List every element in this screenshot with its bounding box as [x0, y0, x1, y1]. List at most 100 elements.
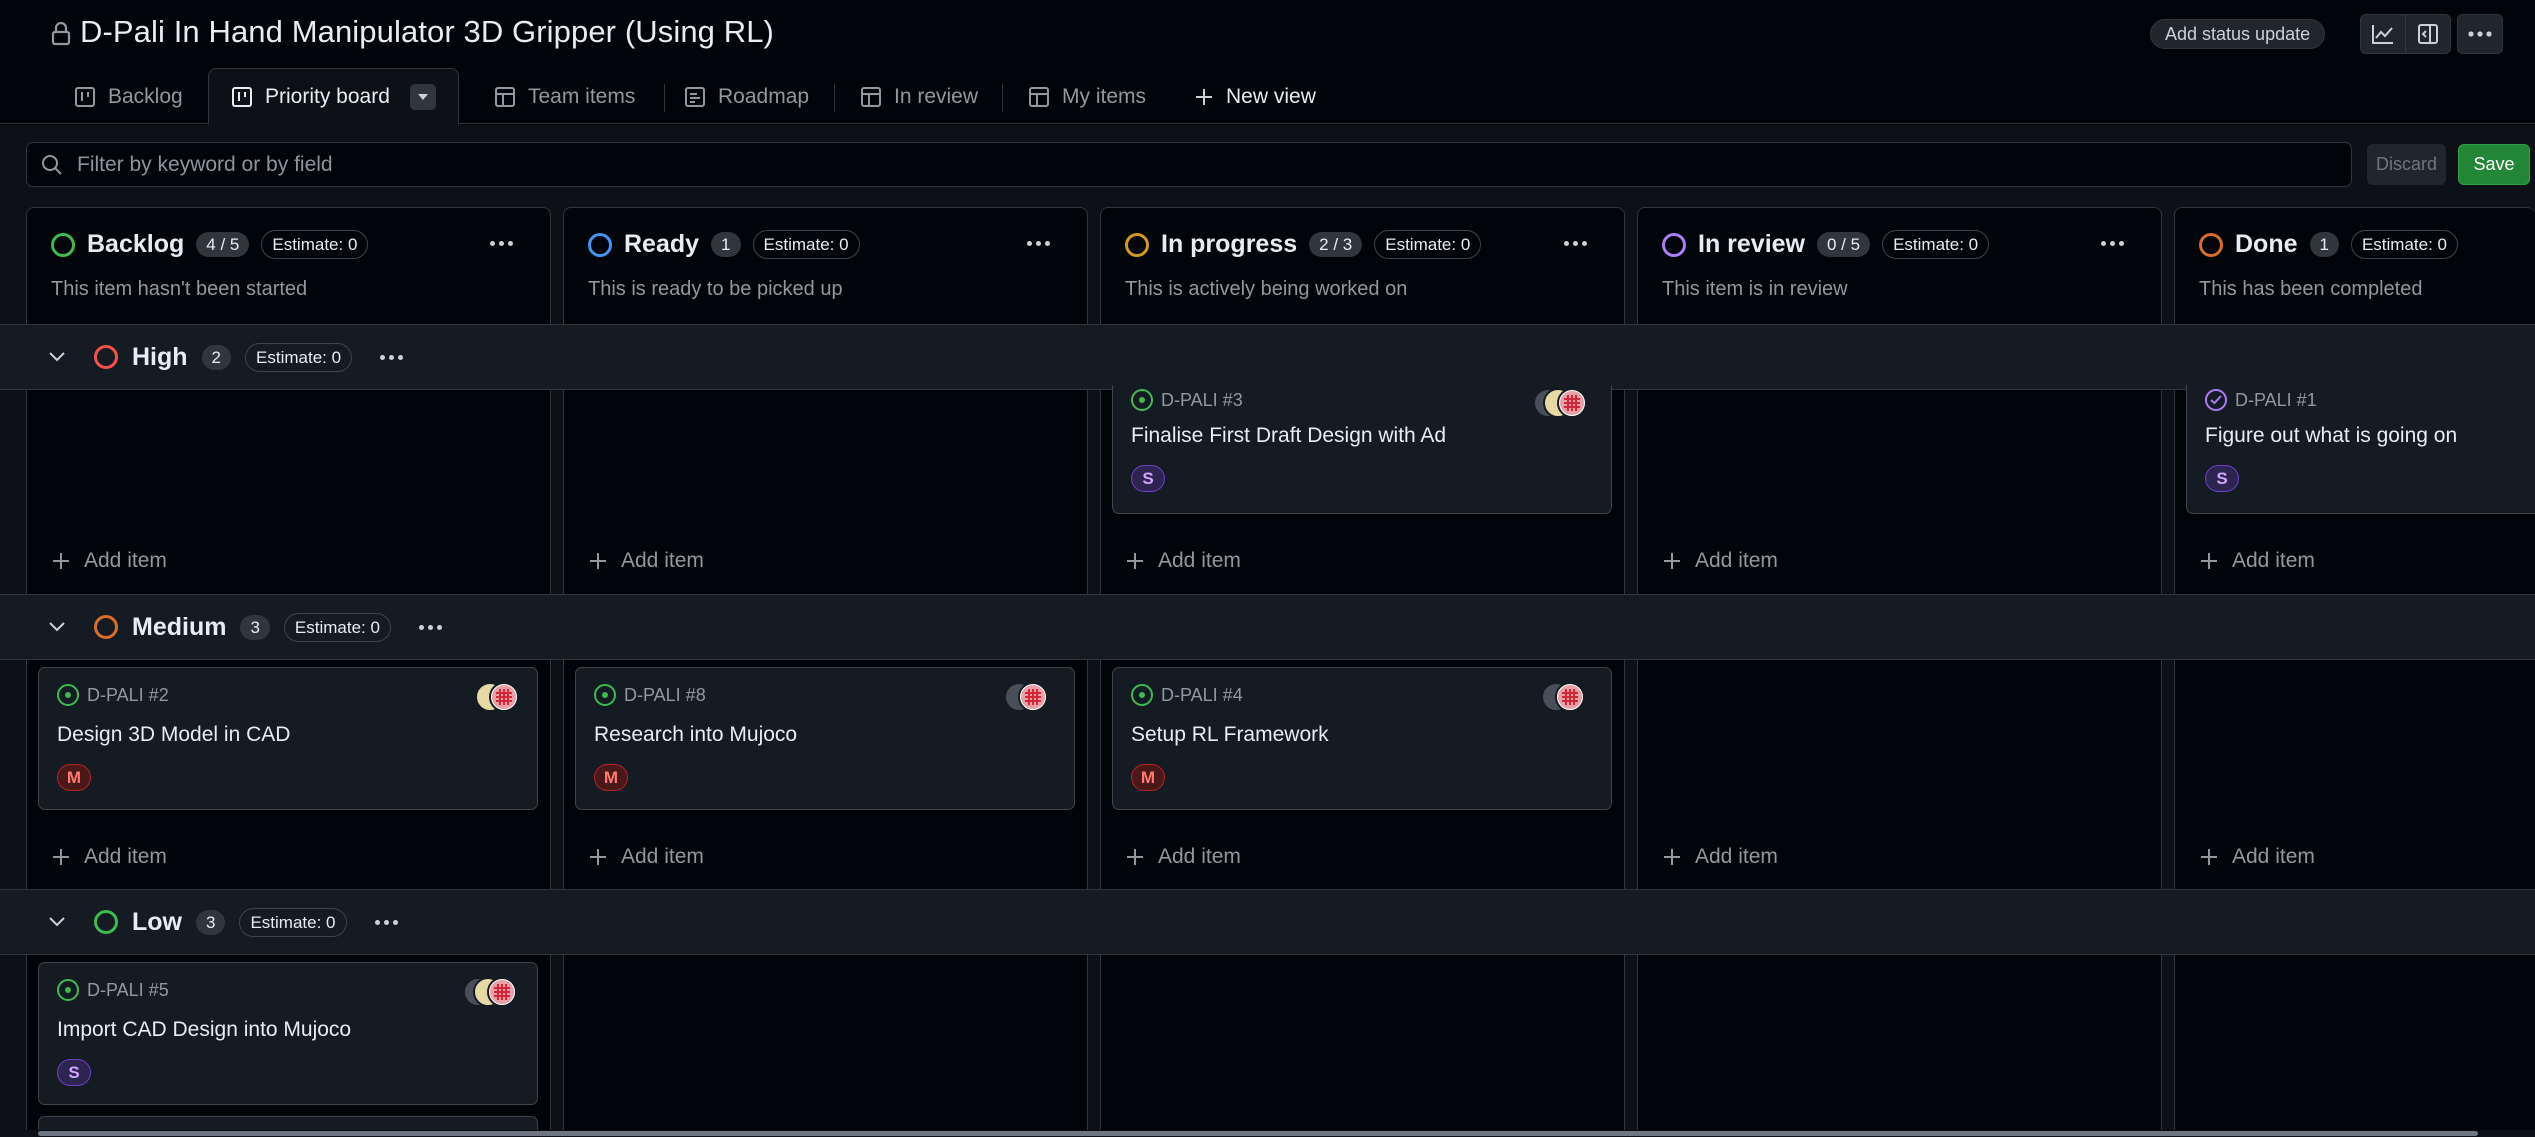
- group-menu-button[interactable]: [418, 624, 442, 630]
- tab-roadmap[interactable]: Roadmap: [672, 74, 821, 120]
- add-item-label: Add item: [2232, 549, 2315, 572]
- group-title: High: [132, 342, 188, 371]
- tab-separator: [834, 84, 835, 112]
- add-item-button[interactable]: Add item: [589, 845, 704, 869]
- add-item-button[interactable]: Add item: [52, 549, 167, 573]
- column-description: This item is in review: [1662, 278, 1848, 300]
- save-button[interactable]: Save: [2458, 144, 2530, 185]
- add-item-label: Add item: [1158, 845, 1241, 868]
- add-item-label: Add item: [621, 845, 704, 868]
- card-title[interactable]: Design 3D Model in CAD: [57, 723, 290, 747]
- add-item-label: Add item: [1158, 549, 1241, 572]
- priority-circle-icon: [94, 910, 118, 934]
- issue-card[interactable]: D-PALI #8 Research into Mujoco M: [575, 667, 1075, 810]
- table-icon: [495, 87, 515, 107]
- column-estimate: Estimate: 0: [261, 230, 369, 259]
- add-item-button[interactable]: Add item: [1126, 845, 1241, 869]
- search-icon: [42, 154, 62, 175]
- card-title[interactable]: Import CAD Design into Mujoco: [57, 1018, 351, 1042]
- side-panel-button[interactable]: [2405, 14, 2451, 54]
- column-menu-button[interactable]: [1557, 228, 1593, 258]
- more-options-button[interactable]: [2457, 14, 2503, 54]
- new-view-button[interactable]: New view: [1182, 74, 1328, 120]
- group-count: 2: [201, 344, 232, 370]
- card-title[interactable]: Finalise First Draft Design with Ad: [1131, 424, 1446, 448]
- plus-icon: [590, 849, 606, 865]
- add-item-button[interactable]: Add item: [52, 845, 167, 869]
- sidebar-expand-icon: [2418, 24, 2438, 44]
- add-item-button[interactable]: Add item: [2200, 549, 2315, 573]
- group-count: 3: [196, 909, 226, 935]
- add-status-update-button[interactable]: Add status update: [2150, 19, 2326, 49]
- add-item-label: Add item: [84, 549, 167, 572]
- card-title[interactable]: Research into Mujoco: [594, 723, 797, 747]
- scrollbar-thumb[interactable]: [38, 1131, 2478, 1136]
- column-title: Backlog: [87, 230, 185, 258]
- issue-card[interactable]: D-PALI #5 Import CAD Design into Mujoco …: [38, 962, 538, 1105]
- filter-input[interactable]: Filter by keyword or by field: [26, 142, 2352, 187]
- size-badge: S: [57, 1059, 91, 1086]
- card-title[interactable]: Setup RL Framework: [1131, 723, 1329, 747]
- issue-card[interactable]: D-PALI #1 Figure out what is going on S: [2186, 385, 2535, 514]
- plus-icon: [1196, 89, 1212, 105]
- column-menu-button[interactable]: [1020, 228, 1056, 258]
- tab-team-items[interactable]: Team items: [482, 74, 647, 120]
- column-description: This item hasn't been started: [51, 278, 308, 300]
- group-menu-button[interactable]: [374, 919, 398, 925]
- chevron-down-icon[interactable]: [48, 916, 66, 928]
- column-menu-button[interactable]: [483, 228, 519, 258]
- add-item-button[interactable]: Add item: [1663, 845, 1778, 869]
- project-title[interactable]: D-Pali In Hand Manipulator 3D Gripper (U…: [80, 14, 774, 50]
- issue-card[interactable]: D-PALI #4 Setup RL Framework M: [1112, 667, 1612, 810]
- discard-button[interactable]: Discard: [2367, 144, 2446, 185]
- avatar: [1557, 388, 1587, 418]
- issue-opened-icon: [57, 684, 79, 706]
- chevron-down-icon[interactable]: [48, 621, 66, 633]
- group-estimate: Estimate: 0: [283, 612, 391, 642]
- tab-separator: [664, 84, 665, 112]
- issue-card[interactable]: D-PALI #2 Design 3D Model in CAD M: [38, 667, 538, 810]
- card-title[interactable]: Figure out what is going on: [2205, 424, 2457, 448]
- insights-button[interactable]: [2360, 14, 2406, 54]
- group-header-medium[interactable]: Medium 3 Estimate: 0: [0, 594, 2535, 660]
- avatar: [487, 977, 517, 1007]
- tab-backlog[interactable]: Backlog: [62, 74, 195, 120]
- column-title: Ready: [624, 230, 700, 258]
- issue-opened-icon: [1131, 684, 1153, 706]
- plus-icon: [1664, 849, 1680, 865]
- add-item-button[interactable]: Add item: [2200, 845, 2315, 869]
- tab-label: New view: [1226, 85, 1316, 108]
- size-badge: M: [1131, 764, 1165, 791]
- add-item-label: Add item: [1695, 549, 1778, 572]
- group-header-high[interactable]: High 2 Estimate: 0: [0, 324, 2535, 390]
- add-item-button[interactable]: Add item: [1126, 549, 1241, 573]
- priority-circle-icon: [94, 615, 118, 639]
- add-item-button[interactable]: Add item: [589, 549, 704, 573]
- group-menu-button[interactable]: [380, 354, 404, 360]
- group-title: Low: [132, 907, 182, 936]
- size-badge: S: [1131, 465, 1165, 492]
- issue-card[interactable]: D-PALI #3 Finalise First Draft Design wi…: [1112, 385, 1612, 514]
- avatar: [1555, 682, 1585, 712]
- tab-in-review[interactable]: In review: [848, 74, 990, 120]
- tab-label: Roadmap: [718, 85, 810, 108]
- status-circle-icon: [2199, 232, 2223, 257]
- column-estimate: Estimate: 0: [1882, 230, 1990, 259]
- column-count: 0 / 5: [1817, 232, 1871, 257]
- plus-icon: [1664, 553, 1680, 569]
- plus-icon: [590, 553, 606, 569]
- avatar: [489, 682, 519, 712]
- issue-closed-icon: [2205, 389, 2227, 411]
- tab-my-items[interactable]: My items: [1016, 74, 1158, 120]
- view-options-dropdown[interactable]: [409, 83, 436, 110]
- tab-priority-board[interactable]: Priority board: [208, 68, 459, 125]
- tab-label: My items: [1062, 85, 1146, 108]
- column-menu-button[interactable]: [2094, 228, 2130, 258]
- table-icon: [1029, 87, 1049, 107]
- issue-number: D-PALI #2: [87, 684, 169, 705]
- chevron-down-icon[interactable]: [48, 351, 66, 363]
- group-header-low[interactable]: Low 3 Estimate: 0: [0, 889, 2535, 955]
- lock-icon: [51, 22, 71, 46]
- group-count: 3: [240, 614, 270, 640]
- add-item-button[interactable]: Add item: [1663, 549, 1778, 573]
